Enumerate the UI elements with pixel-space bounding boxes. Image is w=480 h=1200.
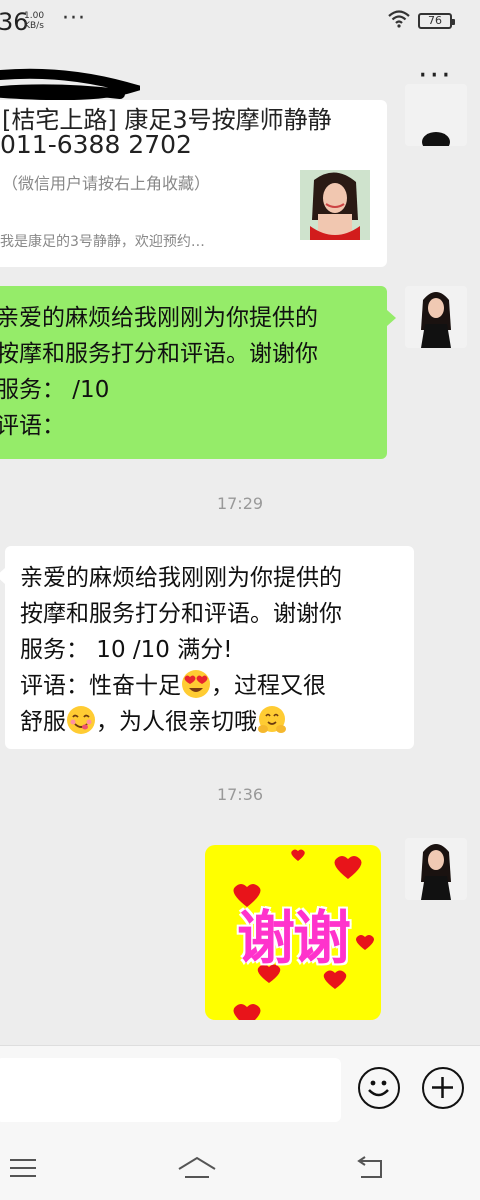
- network-speed: 1.00 KB/s: [24, 11, 44, 31]
- card-thumbnail: [300, 170, 370, 240]
- plus-icon[interactable]: [422, 1067, 464, 1109]
- avatar-image: [405, 838, 467, 900]
- menu-icon[interactable]: [8, 1156, 38, 1180]
- contact-card[interactable]: [桔宅上路] 康足3号按摩师静静 011-6388 2702 （微信用户请按右上…: [0, 100, 387, 267]
- avatar-image: [405, 286, 467, 348]
- timestamp: 17:29: [216, 494, 264, 513]
- avatar[interactable]: [405, 286, 467, 348]
- system-nav-bar: [0, 1137, 480, 1200]
- message-fragment: ，过程又很: [211, 673, 326, 699]
- message-line: 服务： 10 /10 满分!: [20, 637, 233, 663]
- emoji-button-icon[interactable]: [358, 1067, 400, 1109]
- card-hint: （微信用户请按右上角收藏）: [2, 174, 211, 193]
- status-bar: 36 1.00 KB/s ··· 76: [0, 0, 480, 44]
- message-line: 舒服 ，为人很亲切哦: [20, 704, 342, 740]
- yum-icon: [67, 706, 95, 734]
- avatar[interactable]: [405, 838, 467, 900]
- message-fragment: 评语：性奋十足: [20, 673, 181, 699]
- hug-icon: [258, 706, 286, 733]
- battery-icon: 76: [418, 13, 455, 29]
- message-line: 亲爱的麻烦给我刚刚为你提供的: [20, 565, 342, 591]
- message-line: 按摩和服务打分和评语。谢谢你: [0, 341, 318, 367]
- timestamp: 17:36: [216, 785, 264, 804]
- message-bubble-received[interactable]: 亲爱的麻烦给我刚刚为你提供的 按摩和服务打分和评语。谢谢你 服务： 10 /10…: [0, 546, 414, 749]
- message-line: 服务： /10: [0, 377, 110, 403]
- card-phone: 011-6388 2702: [0, 130, 192, 159]
- avatar[interactable]: [405, 84, 467, 146]
- message-text: 亲爱的麻烦给我刚刚为你提供的 按摩和服务打分和评语。谢谢你 服务： 10 /10…: [20, 560, 342, 740]
- notification-dots: ···: [62, 6, 86, 31]
- input-bar: [0, 1045, 480, 1138]
- message-fragment: ，为人很亲切哦: [96, 709, 257, 735]
- network-speed-value: 1.00: [24, 11, 45, 21]
- message-line: 评语：: [0, 413, 65, 439]
- back-icon[interactable]: [355, 1155, 385, 1181]
- message-fragment: 舒服: [20, 709, 66, 735]
- heart-eyes-icon: [182, 670, 210, 698]
- wifi-icon: [388, 10, 410, 28]
- home-icon[interactable]: [177, 1155, 217, 1181]
- sticker-text: 谢谢: [236, 904, 351, 972]
- card-description: 我是康足的3号静静，欢迎预约…: [0, 234, 205, 250]
- network-speed-unit: KB/s: [24, 21, 44, 31]
- message-line: 评语：性奋十足 ，过程又很: [20, 668, 342, 704]
- message-line: 按摩和服务打分和评语。谢谢你: [20, 601, 342, 627]
- message-input[interactable]: [0, 1058, 341, 1122]
- avatar-image: [405, 84, 467, 146]
- message-line: 亲爱的麻烦给我刚刚为你提供的: [0, 305, 318, 331]
- message-text: 亲爱的麻烦给我刚刚为你提供的 按摩和服务打分和评语。谢谢你 服务： /10 评语…: [0, 300, 318, 444]
- sticker-message[interactable]: 谢谢: [205, 845, 381, 1020]
- message-bubble-sent[interactable]: 亲爱的麻烦给我刚刚为你提供的 按摩和服务打分和评语。谢谢你 服务： /10 评语…: [0, 286, 396, 459]
